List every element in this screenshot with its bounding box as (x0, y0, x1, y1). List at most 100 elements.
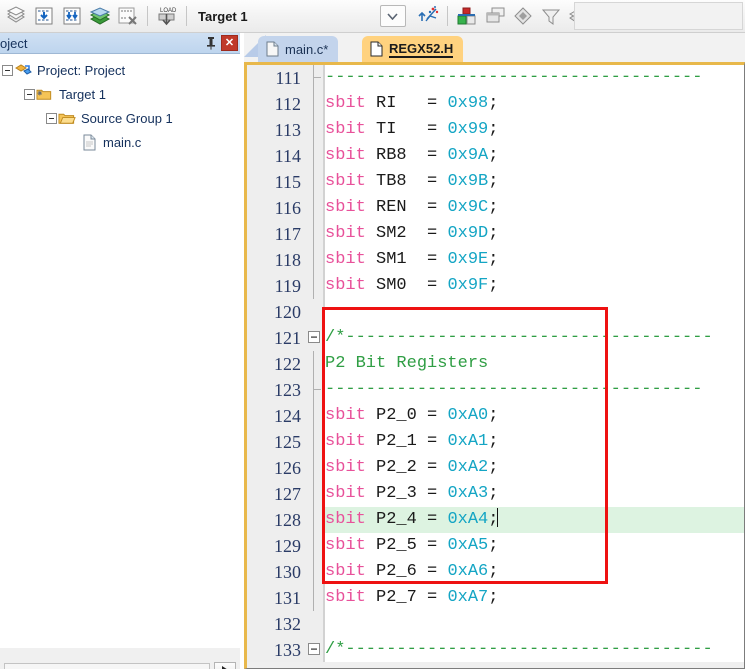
target-selector-label[interactable]: Target 1 (198, 9, 248, 24)
code-token: ; (488, 536, 499, 555)
fold-range-bar (313, 585, 314, 611)
code-token: 0xA3 (447, 484, 489, 503)
batch-build-icon[interactable] (86, 3, 114, 30)
line-number: 126 (274, 458, 301, 478)
arrow-right-icon[interactable] (214, 662, 236, 669)
fold-minus-icon[interactable] (308, 643, 320, 655)
tree-item-source-group[interactable]: Source Group 1 (0, 106, 240, 130)
project-tree[interactable]: Project: Project Target 1 Source Group 1… (0, 54, 240, 648)
code-line[interactable]: 117 sbit SM2 = 0x9D; (247, 221, 744, 247)
file-icon (370, 41, 383, 57)
code-line[interactable]: 111 ------------------------------------- (247, 65, 744, 91)
code-line[interactable]: 112 sbit RI = 0x98; (247, 91, 744, 117)
target-combo-dropdown[interactable] (379, 5, 406, 27)
line-number: 111 (275, 68, 301, 88)
code-text-area[interactable]: 111 -------------------------------------… (247, 65, 744, 668)
tab-regx52-h[interactable]: REGX52.H (362, 36, 464, 62)
code-token: ; (488, 224, 499, 243)
fold-range-bar (313, 429, 314, 455)
code-line[interactable]: 113 sbit TI = 0x99; (247, 117, 744, 143)
code-line[interactable]: 124 sbit P2_0 = 0xA0; (247, 403, 744, 429)
code-token: = (427, 536, 448, 555)
close-icon[interactable]: ✕ (221, 34, 238, 51)
code-line[interactable]: 120 (247, 299, 744, 325)
download-icon[interactable]: LOAD (153, 3, 181, 30)
target-options-icon[interactable] (414, 3, 442, 30)
toolbar-separator-2 (186, 6, 187, 26)
code-token: ; (488, 198, 499, 217)
fold-range-bar (313, 533, 314, 559)
code-token: = (427, 224, 448, 243)
code-line[interactable]: 127 sbit P2_3 = 0xA3; (247, 481, 744, 507)
code-line[interactable]: 128 sbit P2_4 = 0xA4; (247, 507, 744, 533)
code-token: ; (488, 94, 499, 113)
code-token: 0xA1 (447, 432, 489, 451)
code-token: sbit (325, 588, 377, 607)
code-token: ------------------------------------- (325, 68, 703, 87)
project-horizontal-scrollbar[interactable] (0, 661, 240, 669)
line-number: 121 (274, 328, 301, 348)
tree-item-project[interactable]: Project: Project (0, 58, 240, 82)
tab-main-c-label: main.c* (285, 41, 329, 57)
code-line-text: /*------------------------------------ (325, 325, 744, 351)
scrollbar-track[interactable] (4, 663, 210, 669)
fold-range-bar (313, 143, 314, 169)
code-line-text: sbit P2_6 = 0xA6; (325, 559, 744, 585)
code-line-text: sbit SM0 = 0x9F; (325, 273, 744, 299)
line-number: 116 (274, 198, 301, 218)
filter-icon[interactable] (537, 3, 565, 30)
build-icon[interactable] (30, 3, 58, 30)
code-line[interactable]: 129 sbit P2_5 = 0xA5; (247, 533, 744, 559)
code-line-text: sbit P2_1 = 0xA1; (325, 429, 744, 455)
translate-icon[interactable] (2, 3, 30, 30)
rebuild-icon[interactable] (58, 3, 86, 30)
code-line-text: P2 Bit Registers (325, 351, 744, 377)
code-token: P2_4 (376, 510, 428, 529)
code-line[interactable]: 130 sbit P2_6 = 0xA6; (247, 559, 744, 585)
multi-project-icon[interactable] (481, 3, 509, 30)
line-number: 124 (274, 406, 301, 426)
code-editor[interactable]: 111 -------------------------------------… (244, 62, 745, 669)
code-line[interactable]: 123 ------------------------------------- (247, 377, 744, 403)
fold-minus-icon[interactable] (308, 331, 320, 343)
code-line[interactable]: 114 sbit RB8 = 0x9A; (247, 143, 744, 169)
code-token: RB8 (376, 146, 428, 165)
code-line[interactable]: 126 sbit P2_2 = 0xA2; (247, 455, 744, 481)
code-line[interactable]: 133 /*-----------------------------------… (247, 637, 744, 663)
fold-range-bar (313, 273, 314, 299)
code-line[interactable]: 115 sbit TB8 = 0x9B; (247, 169, 744, 195)
code-line[interactable]: 116 sbit REN = 0x9C; (247, 195, 744, 221)
expander-minus-icon[interactable] (0, 63, 14, 77)
code-line[interactable]: 125 sbit P2_1 = 0xA1; (247, 429, 744, 455)
code-token: = (427, 198, 448, 217)
code-token: = (427, 250, 448, 269)
code-line[interactable]: 132 (247, 611, 744, 637)
line-number: 113 (274, 120, 301, 140)
code-line[interactable]: 121 /*-----------------------------------… (247, 325, 744, 351)
code-line[interactable]: 118 sbit SM1 = 0x9E; (247, 247, 744, 273)
pin-icon[interactable] (202, 34, 219, 51)
tree-item-target-label: Target 1 (59, 86, 106, 102)
line-number: 127 (274, 484, 301, 504)
line-number: 115 (274, 172, 301, 192)
code-line-text: sbit P2_0 = 0xA0; (325, 403, 744, 429)
code-token: 0xA2 (447, 458, 489, 477)
file-icon (266, 41, 279, 57)
tree-item-main-c[interactable]: main.c (0, 130, 240, 154)
tab-regx52-h-label: REGX52.H (389, 40, 454, 58)
code-line[interactable]: 119 sbit SM0 = 0x9F; (247, 273, 744, 299)
code-token: sbit (325, 536, 377, 555)
svcs-icon[interactable] (509, 3, 537, 30)
tree-item-target[interactable]: Target 1 (0, 82, 240, 106)
code-line[interactable]: 122 P2 Bit Registers (247, 351, 744, 377)
manage-project-items-icon[interactable] (453, 3, 481, 30)
code-token: 0x9D (447, 224, 489, 243)
editor-tab-strip: main.c* REGX52.H (244, 33, 745, 63)
tab-main-c[interactable]: main.c* (258, 36, 339, 62)
expander-minus-icon[interactable] (44, 111, 58, 125)
editor-horizontal-scrollbar[interactable] (247, 662, 744, 668)
stop-build-icon[interactable] (114, 3, 142, 30)
code-line[interactable]: 131 sbit P2_7 = 0xA7; (247, 585, 744, 611)
expander-minus-icon[interactable] (22, 87, 36, 101)
